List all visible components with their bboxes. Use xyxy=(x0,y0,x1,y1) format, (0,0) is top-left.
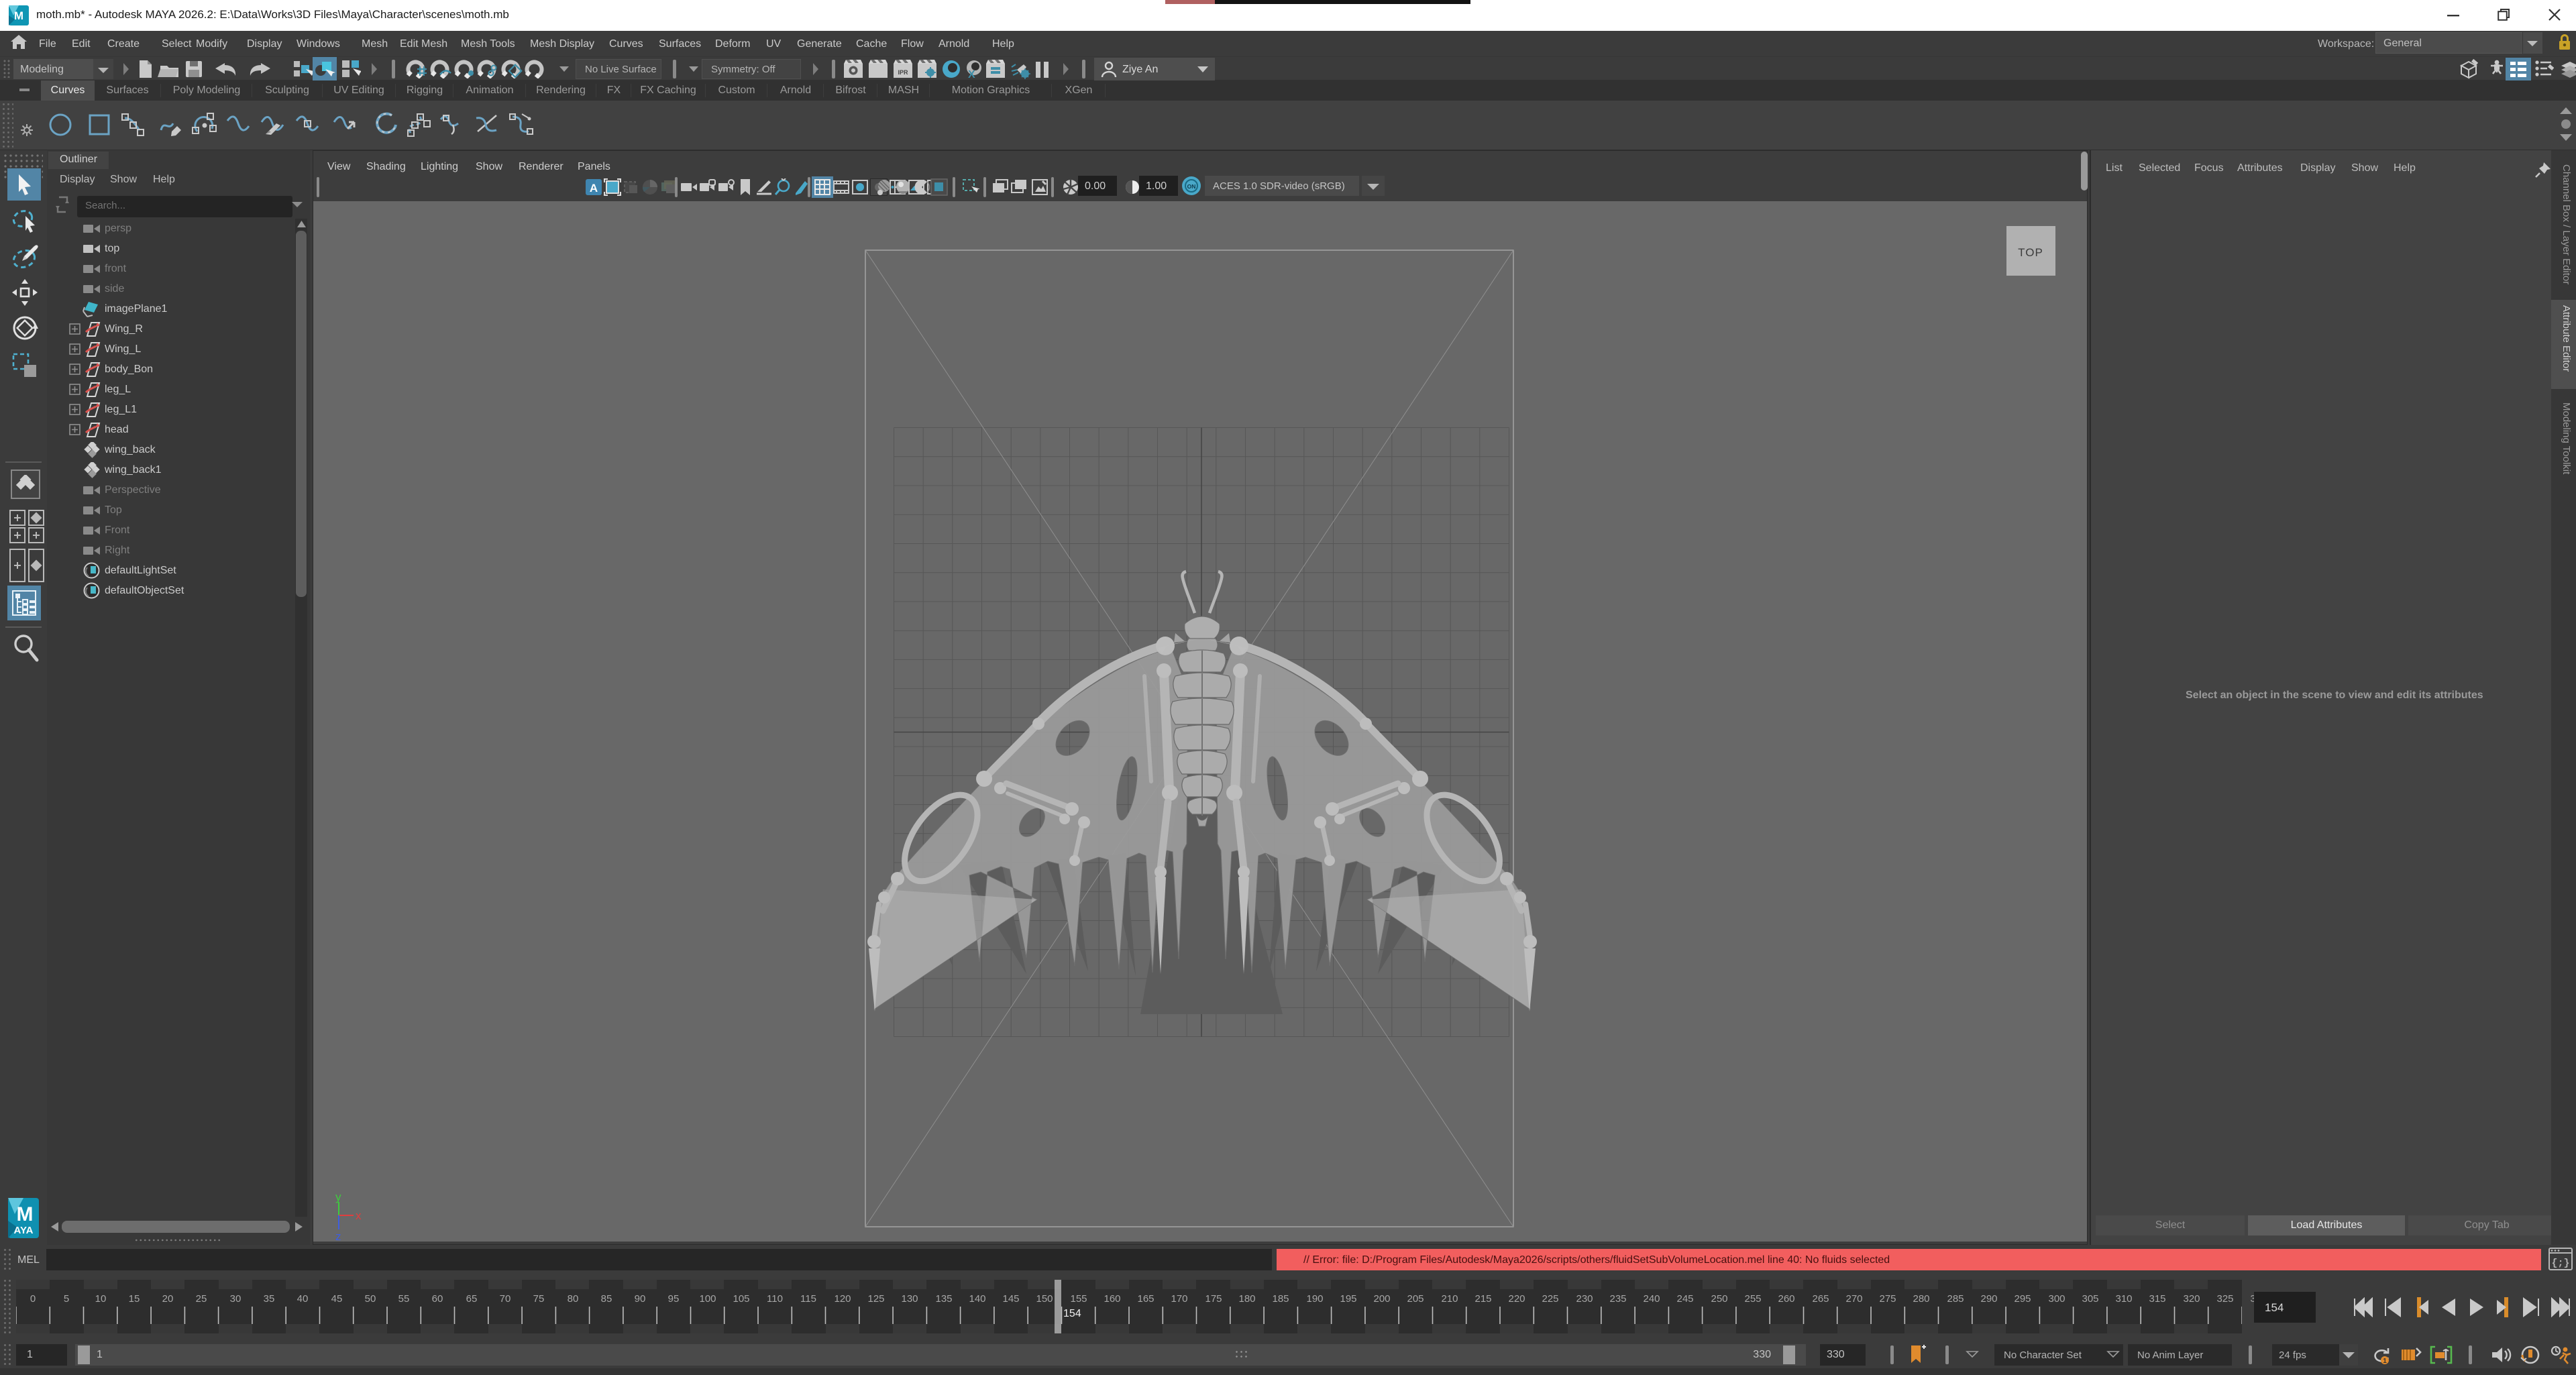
svg-text:y: y xyxy=(335,1191,341,1203)
svg-text:1: 1 xyxy=(2383,1358,2387,1365)
svg-text:{;}: {;} xyxy=(2551,1258,2569,1269)
svg-text:M: M xyxy=(14,9,23,22)
svg-text:IPR: IPR xyxy=(898,69,908,76)
svg-text:TOP: TOP xyxy=(2018,246,2043,259)
svg-text:AYA: AYA xyxy=(14,1225,34,1236)
svg-text:X: X xyxy=(968,69,975,79)
svg-text:M: M xyxy=(17,1203,34,1225)
svg-text:x: x xyxy=(356,1209,362,1222)
svg-text:z: z xyxy=(335,1230,341,1242)
svg-text:A: A xyxy=(590,182,598,195)
svg-text:ON: ON xyxy=(1187,183,1196,190)
